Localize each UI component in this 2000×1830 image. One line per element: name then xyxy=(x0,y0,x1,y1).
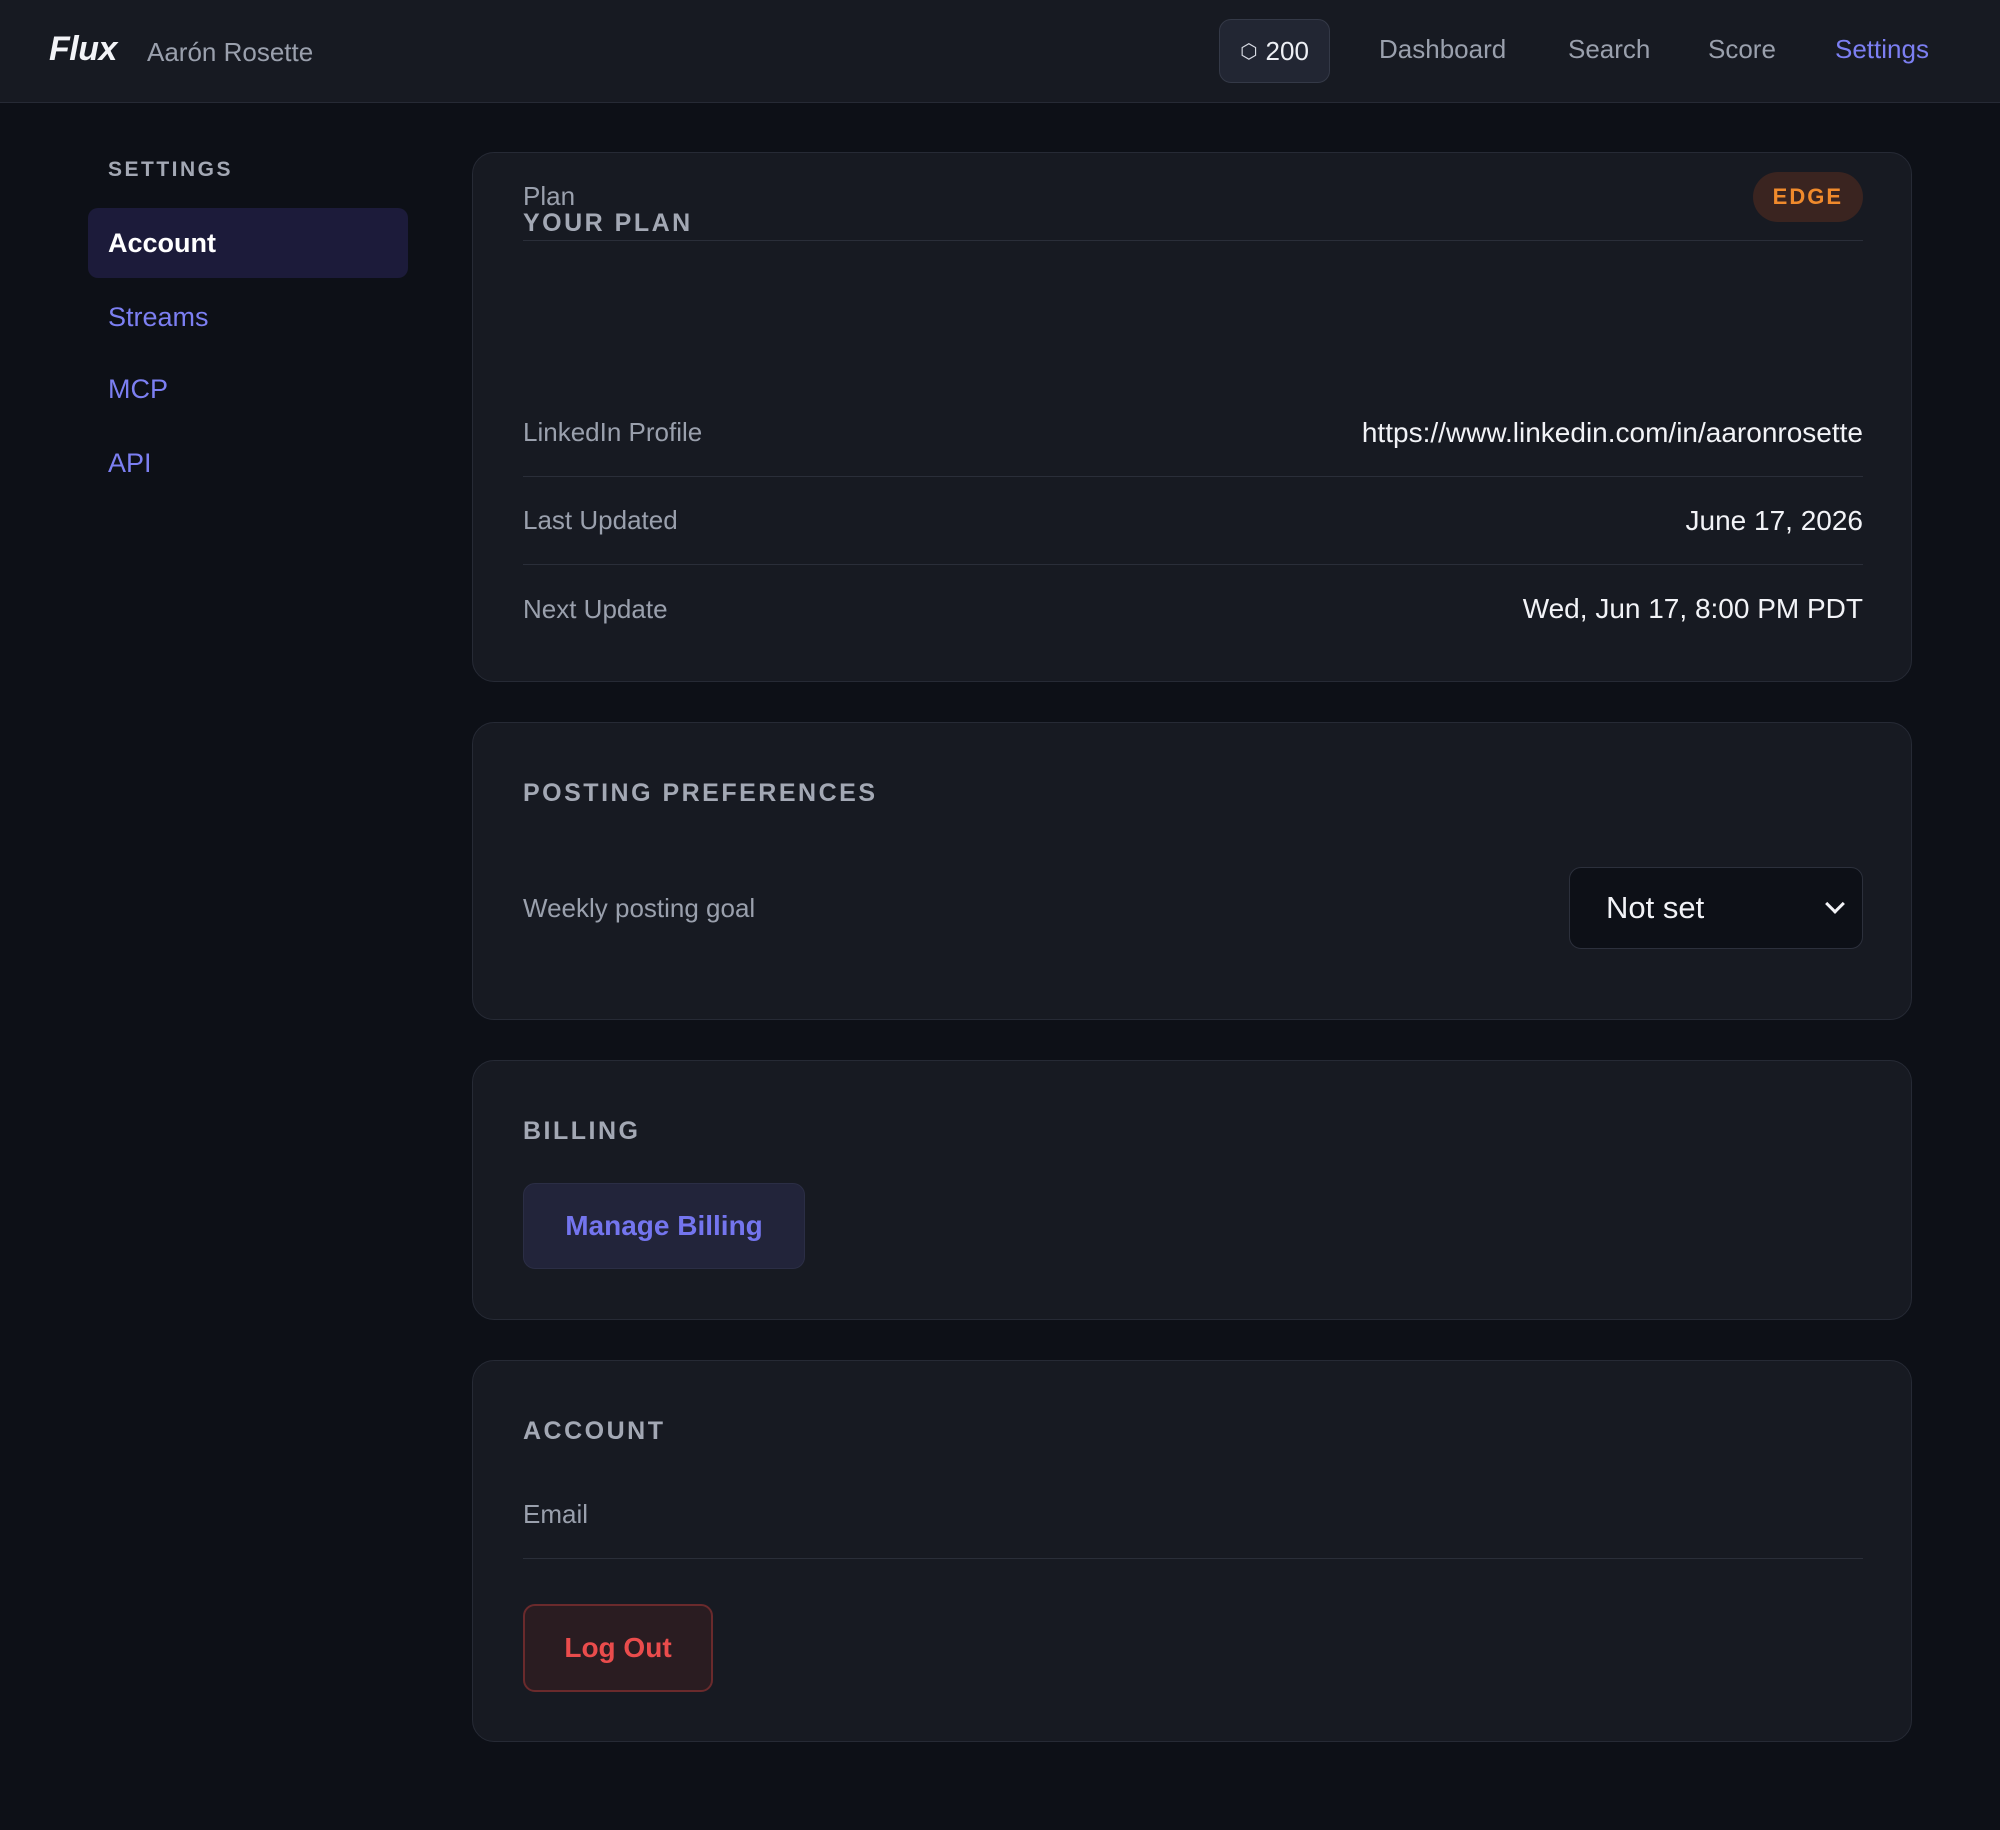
chevron-down-icon xyxy=(1825,894,1845,914)
last-updated-label: Last Updated xyxy=(523,505,678,535)
posting-goal-label: Weekly posting goal xyxy=(523,893,756,923)
credits-count: 200 xyxy=(1265,35,1309,66)
posting-goal-value: Not set xyxy=(1606,890,1705,925)
next-update-value: Wed, Jun 17, 8:00 PM PDT xyxy=(1522,593,1863,624)
linkedin-label: LinkedIn Profile xyxy=(523,417,703,447)
sidebar-heading: SETTINGS xyxy=(108,158,234,181)
credits-badge[interactable]: ⬡ 200 xyxy=(1219,19,1330,83)
plan-card: YOUR PLAN Plan EDGE LinkedIn Profile htt… xyxy=(472,152,1912,682)
linkedin-row: LinkedIn Profile https://www.linkedin.co… xyxy=(523,389,1863,477)
account-card-title: ACCOUNT xyxy=(523,1417,666,1445)
email-label: Email xyxy=(523,1499,589,1529)
nav-settings[interactable]: Settings xyxy=(1835,34,1929,65)
top-bar: Flux Aarón Rosette ⬡ 200 Dashboard Searc… xyxy=(0,0,2000,103)
sidebar-item-streams[interactable]: Streams xyxy=(88,282,408,352)
nav-search[interactable]: Search xyxy=(1568,34,1650,65)
plan-row: Plan EDGE xyxy=(523,153,1863,241)
last-updated-row: Last Updated June 17, 2026 xyxy=(523,477,1863,565)
sidebar-item-account[interactable]: Account xyxy=(88,208,408,278)
last-updated-value: June 17, 2026 xyxy=(1685,504,1864,536)
nav-score[interactable]: Score xyxy=(1708,34,1776,65)
linkedin-url[interactable]: https://www.linkedin.com/in/aaronrosette xyxy=(1362,417,1863,449)
posting-card-title: POSTING PREFERENCES xyxy=(523,779,878,807)
billing-card: BILLING Manage Billing xyxy=(472,1060,1912,1320)
sidebar-item-api[interactable]: API xyxy=(88,428,408,498)
plan-badge: EDGE xyxy=(1752,171,1863,222)
manage-billing-button[interactable]: Manage Billing xyxy=(523,1183,805,1269)
user-name: Aarón Rosette xyxy=(147,37,314,67)
logout-button[interactable]: Log Out xyxy=(523,1604,713,1692)
next-update-label: Next Update xyxy=(523,593,668,624)
account-card: ACCOUNT Email Log Out xyxy=(472,1360,1912,1742)
plan-label: Plan xyxy=(523,181,576,211)
posting-goal-select[interactable]: Not set xyxy=(1569,867,1863,949)
billing-card-title: BILLING xyxy=(523,1117,641,1145)
posting-card: POSTING PREFERENCES Weekly posting goal … xyxy=(472,722,1912,1020)
hexagon-icon: ⬡ xyxy=(1240,40,1258,63)
sidebar-item-mcp[interactable]: MCP xyxy=(88,354,408,424)
email-row: Email xyxy=(523,1471,1863,1559)
nav-dashboard[interactable]: Dashboard xyxy=(1379,34,1506,65)
app-logo[interactable]: Flux xyxy=(49,30,117,69)
next-update-row: Next Update Wed, Jun 17, 8:00 PM PDT xyxy=(523,565,1863,653)
